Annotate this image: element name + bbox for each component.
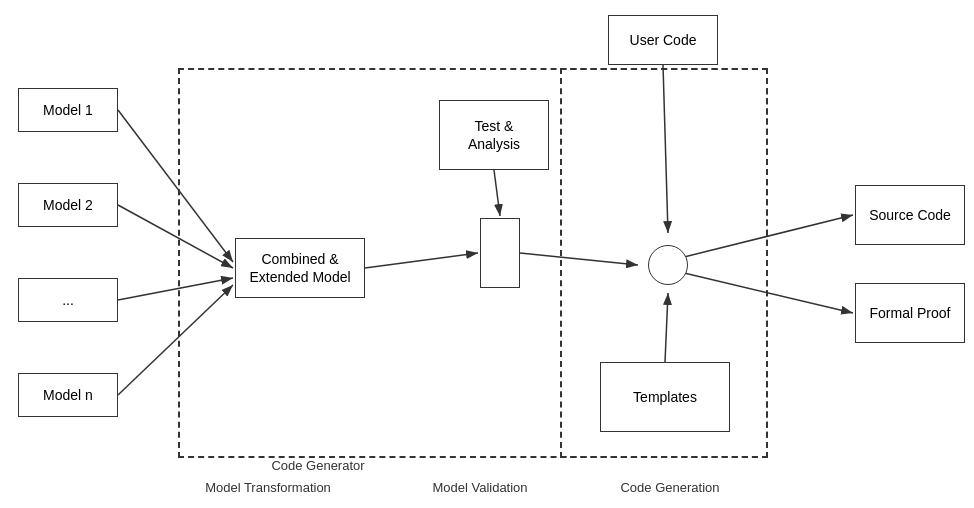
model-transformation-label: Model Transformation <box>178 480 358 495</box>
model2-box: Model 2 <box>18 183 118 227</box>
source-code-label: Source Code <box>869 207 951 223</box>
diagram: Model 1 Model 2 ... Model n Combined &Ex… <box>0 0 974 508</box>
circle-node <box>648 245 688 285</box>
code-generator-label: Code Generator <box>238 458 398 473</box>
test-analysis-label: Test &Analysis <box>468 117 520 153</box>
combined-model-label: Combined &Extended Model <box>249 250 350 286</box>
model-dots-label: ... <box>62 292 74 308</box>
user-code-label: User Code <box>630 32 697 48</box>
modeln-box: Model n <box>18 373 118 417</box>
modeln-label: Model n <box>43 387 93 403</box>
model-validation-box <box>480 218 520 288</box>
model2-label: Model 2 <box>43 197 93 213</box>
model1-label: Model 1 <box>43 102 93 118</box>
test-analysis-box: Test &Analysis <box>439 100 549 170</box>
model-dots-box: ... <box>18 278 118 322</box>
user-code-box: User Code <box>608 15 718 65</box>
model-validation-label: Model Validation <box>400 480 560 495</box>
combined-model-box: Combined &Extended Model <box>235 238 365 298</box>
formal-proof-label: Formal Proof <box>870 305 951 321</box>
code-generation-label: Code Generation <box>590 480 750 495</box>
source-code-box: Source Code <box>855 185 965 245</box>
formal-proof-box: Formal Proof <box>855 283 965 343</box>
model1-box: Model 1 <box>18 88 118 132</box>
templates-label: Templates <box>633 389 697 405</box>
templates-box: Templates <box>600 362 730 432</box>
